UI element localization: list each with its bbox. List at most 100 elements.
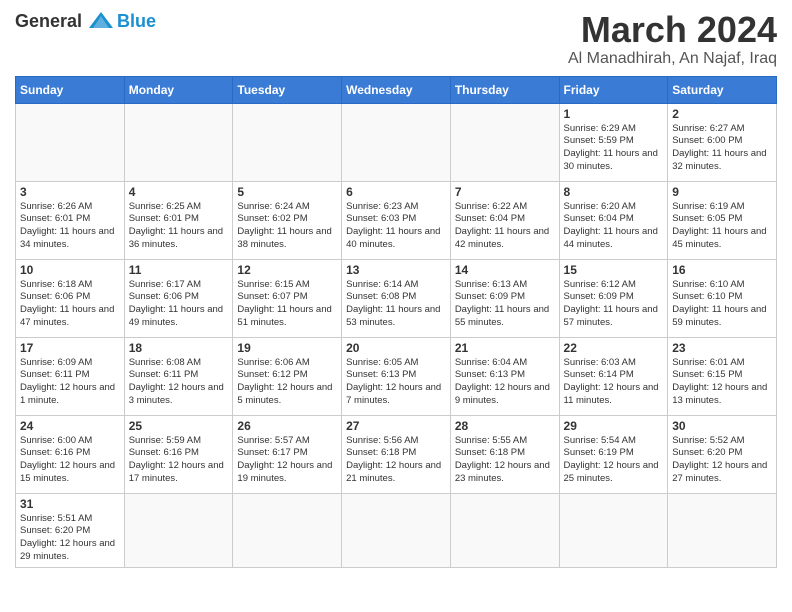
calendar-cell: 19 Sunrise: 6:06 AM Sunset: 6:12 PM Dayli… — [233, 337, 342, 415]
day-info: Sunrise: 6:25 AM Sunset: 6:01 PM Dayligh… — [129, 201, 229, 252]
weekday-header-wednesday: Wednesday — [342, 76, 451, 103]
day-info: Sunrise: 6:18 AM Sunset: 6:06 PM Dayligh… — [20, 279, 120, 330]
calendar-cell: 20 Sunrise: 6:05 AM Sunset: 6:13 PM Dayli… — [342, 337, 451, 415]
day-info: Sunrise: 6:08 AM Sunset: 6:11 PM Dayligh… — [129, 357, 229, 408]
weekday-header-friday: Friday — [559, 76, 668, 103]
calendar-cell: 9 Sunrise: 6:19 AM Sunset: 6:05 PM Daylig… — [668, 181, 777, 259]
calendar-cell: 22Sunrise: 6:03 AM Sunset: 6:14 PM Dayli… — [559, 337, 668, 415]
day-info: Sunrise: 5:56 AM Sunset: 6:18 PM Dayligh… — [346, 435, 446, 486]
calendar-cell — [559, 493, 668, 567]
calendar-cell: 7 Sunrise: 6:22 AM Sunset: 6:04 PM Daylig… — [450, 181, 559, 259]
day-number: 29 — [564, 419, 664, 433]
calendar-cell: 15Sunrise: 6:12 AM Sunset: 6:09 PM Dayli… — [559, 259, 668, 337]
day-info: Sunrise: 5:59 AM Sunset: 6:16 PM Dayligh… — [129, 435, 229, 486]
day-number: 4 — [129, 185, 229, 199]
day-number: 8 — [564, 185, 664, 199]
calendar-cell — [450, 493, 559, 567]
calendar-week-row: 1Sunrise: 6:29 AM Sunset: 5:59 PM Daylig… — [16, 103, 777, 181]
month-title: March 2024 — [568, 10, 777, 50]
calendar-cell: 27 Sunrise: 5:56 AM Sunset: 6:18 PM Dayli… — [342, 415, 451, 493]
logo-blue-text: Blue — [117, 11, 156, 32]
calendar-cell — [233, 103, 342, 181]
calendar-cell — [342, 493, 451, 567]
day-number: 19 — [237, 341, 337, 355]
calendar-cell: 1Sunrise: 6:29 AM Sunset: 5:59 PM Daylig… — [559, 103, 668, 181]
calendar-cell: 30Sunrise: 5:52 AM Sunset: 6:20 PM Dayli… — [668, 415, 777, 493]
calendar-cell — [124, 493, 233, 567]
calendar-cell: 5Sunrise: 6:24 AM Sunset: 6:02 PM Daylig… — [233, 181, 342, 259]
day-info: Sunrise: 6:20 AM Sunset: 6:04 PM Dayligh… — [564, 201, 664, 252]
day-info: Sunrise: 6:04 AM Sunset: 6:13 PM Dayligh… — [455, 357, 555, 408]
calendar-cell — [450, 103, 559, 181]
day-info: Sunrise: 5:54 AM Sunset: 6:19 PM Dayligh… — [564, 435, 664, 486]
day-info: Sunrise: 5:52 AM Sunset: 6:20 PM Dayligh… — [672, 435, 772, 486]
day-number: 22 — [564, 341, 664, 355]
day-number: 17 — [20, 341, 120, 355]
day-info: Sunrise: 6:10 AM Sunset: 6:10 PM Dayligh… — [672, 279, 772, 330]
day-number: 27 — [346, 419, 446, 433]
day-number: 25 — [129, 419, 229, 433]
day-info: Sunrise: 6:00 AM Sunset: 6:16 PM Dayligh… — [20, 435, 120, 486]
calendar-body: 1Sunrise: 6:29 AM Sunset: 5:59 PM Daylig… — [16, 103, 777, 567]
calendar-cell: 8 Sunrise: 6:20 AM Sunset: 6:04 PM Daylig… — [559, 181, 668, 259]
calendar-cell: 23Sunrise: 6:01 AM Sunset: 6:15 PM Dayli… — [668, 337, 777, 415]
calendar-cell: 17 Sunrise: 6:09 AM Sunset: 6:11 PM Dayli… — [16, 337, 125, 415]
day-number: 20 — [346, 341, 446, 355]
day-info: Sunrise: 6:26 AM Sunset: 6:01 PM Dayligh… — [20, 201, 120, 252]
day-info: Sunrise: 6:22 AM Sunset: 6:04 PM Dayligh… — [455, 201, 555, 252]
calendar-cell: 10 Sunrise: 6:18 AM Sunset: 6:06 PM Dayli… — [16, 259, 125, 337]
weekday-header-sunday: Sunday — [16, 76, 125, 103]
day-info: Sunrise: 6:17 AM Sunset: 6:06 PM Dayligh… — [129, 279, 229, 330]
day-number: 6 — [346, 185, 446, 199]
day-info: Sunrise: 6:13 AM Sunset: 6:09 PM Dayligh… — [455, 279, 555, 330]
day-number: 9 — [672, 185, 772, 199]
weekday-header-monday: Monday — [124, 76, 233, 103]
calendar-week-row: 3Sunrise: 6:26 AM Sunset: 6:01 PM Daylig… — [16, 181, 777, 259]
day-number: 10 — [20, 263, 120, 277]
calendar-cell — [124, 103, 233, 181]
day-number: 13 — [346, 263, 446, 277]
day-info: Sunrise: 5:57 AM Sunset: 6:17 PM Dayligh… — [237, 435, 337, 486]
day-info: Sunrise: 6:19 AM Sunset: 6:05 PM Dayligh… — [672, 201, 772, 252]
day-number: 24 — [20, 419, 120, 433]
calendar-cell: 28Sunrise: 5:55 AM Sunset: 6:18 PM Dayli… — [450, 415, 559, 493]
calendar-cell: 26Sunrise: 5:57 AM Sunset: 6:17 PM Dayli… — [233, 415, 342, 493]
day-number: 21 — [455, 341, 555, 355]
header: General Blue March 2024 Al Manadhirah, A… — [15, 10, 777, 68]
calendar-table: SundayMondayTuesdayWednesdayThursdayFrid… — [15, 76, 777, 568]
calendar-cell — [233, 493, 342, 567]
day-number: 11 — [129, 263, 229, 277]
day-info: Sunrise: 5:51 AM Sunset: 6:20 PM Dayligh… — [20, 513, 120, 564]
calendar-cell: 14 Sunrise: 6:13 AM Sunset: 6:09 PM Dayli… — [450, 259, 559, 337]
calendar-cell — [342, 103, 451, 181]
day-number: 2 — [672, 107, 772, 121]
calendar-cell: 4 Sunrise: 6:25 AM Sunset: 6:01 PM Daylig… — [124, 181, 233, 259]
day-number: 7 — [455, 185, 555, 199]
logo: General Blue — [15, 10, 156, 32]
calendar-cell: 29 Sunrise: 5:54 AM Sunset: 6:19 PM Dayli… — [559, 415, 668, 493]
weekday-header-thursday: Thursday — [450, 76, 559, 103]
calendar-cell: 11 Sunrise: 6:17 AM Sunset: 6:06 PM Dayli… — [124, 259, 233, 337]
location-title: Al Manadhirah, An Najaf, Iraq — [568, 50, 777, 68]
calendar-cell: 12Sunrise: 6:15 AM Sunset: 6:07 PM Dayli… — [233, 259, 342, 337]
day-number: 23 — [672, 341, 772, 355]
day-info: Sunrise: 6:05 AM Sunset: 6:13 PM Dayligh… — [346, 357, 446, 408]
calendar-week-row: 24 Sunrise: 6:00 AM Sunset: 6:16 PM Dayli… — [16, 415, 777, 493]
day-info: Sunrise: 6:09 AM Sunset: 6:11 PM Dayligh… — [20, 357, 120, 408]
calendar-header: SundayMondayTuesdayWednesdayThursdayFrid… — [16, 76, 777, 103]
day-number: 31 — [20, 497, 120, 511]
day-number: 28 — [455, 419, 555, 433]
calendar-cell: 18Sunrise: 6:08 AM Sunset: 6:11 PM Dayli… — [124, 337, 233, 415]
day-number: 1 — [564, 107, 664, 121]
day-info: Sunrise: 6:06 AM Sunset: 6:12 PM Dayligh… — [237, 357, 337, 408]
calendar-week-row: 17 Sunrise: 6:09 AM Sunset: 6:11 PM Dayli… — [16, 337, 777, 415]
calendar-cell: 21 Sunrise: 6:04 AM Sunset: 6:13 PM Dayli… — [450, 337, 559, 415]
calendar-cell: 6 Sunrise: 6:23 AM Sunset: 6:03 PM Daylig… — [342, 181, 451, 259]
day-info: Sunrise: 6:23 AM Sunset: 6:03 PM Dayligh… — [346, 201, 446, 252]
logo-general-text: General — [15, 11, 82, 32]
calendar-cell: 24 Sunrise: 6:00 AM Sunset: 6:16 PM Dayli… — [16, 415, 125, 493]
day-number: 5 — [237, 185, 337, 199]
day-number: 15 — [564, 263, 664, 277]
calendar-week-row: 10 Sunrise: 6:18 AM Sunset: 6:06 PM Dayli… — [16, 259, 777, 337]
day-number: 14 — [455, 263, 555, 277]
